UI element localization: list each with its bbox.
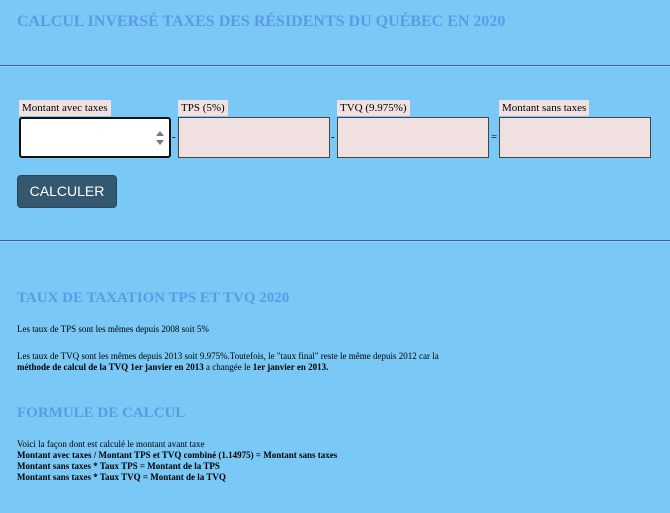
formula-section-title: FORMULE DE CALCUL: [17, 405, 186, 421]
tps-rate-text: Les taux de TPS sont les mêmes depuis 20…: [17, 324, 209, 334]
calculer-button[interactable]: CALCULER: [17, 175, 117, 208]
spinner-down-icon[interactable]: [156, 140, 164, 145]
formula-line-2: Montant sans taxes * Taux TPS = Montant …: [17, 461, 220, 471]
montant-avec-taxes-input[interactable]: [19, 117, 171, 158]
spinner-up-icon[interactable]: [156, 131, 164, 136]
label-tvq: TVQ (9.975%): [337, 100, 410, 116]
page-title: CALCUL INVERSÉ TAXES DES RÉSIDENTS DU QU…: [17, 13, 506, 30]
formula-intro: Voici la façon dont est calculé le monta…: [17, 439, 205, 449]
number-spinner-icon[interactable]: [156, 131, 164, 147]
tvq-rate-text-line2: méthode de calcul de la TVQ 1er janvier …: [17, 362, 328, 373]
operator-minus-2: -: [331, 131, 335, 143]
label-montant-sans-taxes: Montant sans taxes: [499, 100, 590, 116]
tvq-date-bold: 1er janvier en 2013.: [252, 362, 329, 372]
label-tps: TPS (5%): [178, 100, 228, 116]
rates-section-title: TAUX DE TAXATION TPS ET TVQ 2020: [17, 290, 290, 306]
divider-middle: [0, 240, 670, 242]
formula-line-3: Montant sans taxes * Taux TVQ = Montant …: [17, 472, 226, 482]
operator-minus-1: -: [172, 131, 176, 143]
label-montant-avec-taxes: Montant avec taxes: [19, 100, 111, 116]
operator-equals: =: [491, 131, 498, 143]
tps-output[interactable]: [178, 117, 330, 158]
divider-top: [0, 65, 670, 67]
tvq-changed-text: a changée le: [203, 362, 253, 372]
tvq-rate-text-line1: Les taux de TVQ sont les mêmes depuis 20…: [17, 351, 439, 361]
montant-sans-taxes-output[interactable]: [499, 117, 651, 158]
formula-line-1: Montant avec taxes / Montant TPS et TVQ …: [17, 450, 338, 460]
tvq-method-bold: méthode de calcul de la TVQ 1er janvier …: [17, 362, 204, 372]
tvq-output[interactable]: [337, 117, 489, 158]
